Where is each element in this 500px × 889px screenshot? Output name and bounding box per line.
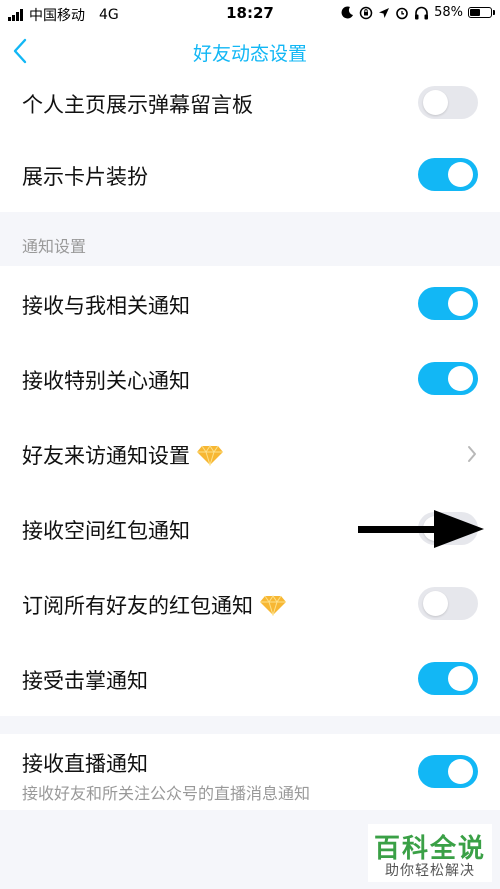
setting-row-visitor-notifications[interactable]: 好友来访通知设置 bbox=[0, 416, 500, 491]
card-decoration-toggle[interactable] bbox=[418, 158, 478, 191]
setting-row-related-notifications: 接收与我相关通知 bbox=[0, 266, 500, 341]
top-settings-group: 个人主页展示弹幕留言板 展示卡片装扮 bbox=[0, 66, 500, 212]
danmaku-board-toggle[interactable] bbox=[418, 86, 478, 119]
watermark-subtitle: 助你轻松解决 bbox=[385, 863, 475, 879]
section-header-notifications: 通知设置 bbox=[0, 213, 500, 265]
setting-label: 接受击掌通知 bbox=[22, 669, 148, 693]
setting-label: 接收特别关心通知 bbox=[22, 369, 190, 393]
setting-label: 好友来访通知设置 bbox=[22, 444, 190, 468]
diamond-icon bbox=[260, 595, 286, 616]
battery-percent: 58% bbox=[434, 5, 463, 20]
annotation-arrow-icon bbox=[358, 510, 484, 548]
chevron-right-icon[interactable] bbox=[466, 444, 478, 464]
diamond-icon bbox=[197, 445, 223, 466]
notification-settings-group: 接收与我相关通知 接收特别关心通知 好友来访通知设置 接收空间红包通知 订阅所有… bbox=[0, 266, 500, 716]
setting-label: 订阅所有好友的红包通知 bbox=[22, 594, 253, 618]
watermark-logo: 百科全说 助你轻松解决 bbox=[368, 824, 492, 882]
high-five-toggle[interactable] bbox=[418, 662, 478, 695]
setting-row-live-notifications: 接收直播通知 接收好友和所关注公众号的直播消息通知 bbox=[0, 734, 500, 810]
headphones-icon bbox=[415, 6, 429, 19]
setting-label: 接收与我相关通知 bbox=[22, 294, 190, 318]
toggle-knob bbox=[448, 291, 473, 316]
setting-label: 个人主页展示弹幕留言板 bbox=[22, 93, 253, 117]
battery-icon bbox=[468, 7, 495, 18]
status-bar: 中国移动 4G 18:27 58% bbox=[0, 0, 500, 28]
rotation-lock-icon bbox=[359, 6, 373, 19]
alarm-icon bbox=[396, 7, 408, 19]
setting-label-with-icon: 订阅所有好友的红包通知 bbox=[22, 590, 287, 620]
toggle-knob bbox=[448, 666, 473, 691]
toggle-knob bbox=[448, 162, 473, 187]
toggle-knob bbox=[423, 90, 448, 115]
special-care-toggle[interactable] bbox=[418, 362, 478, 395]
setting-label: 接收直播通知 bbox=[22, 752, 148, 776]
battery-fill bbox=[470, 9, 480, 16]
setting-label: 展示卡片装扮 bbox=[22, 165, 148, 189]
toggle-knob bbox=[423, 591, 448, 616]
related-notifications-toggle[interactable] bbox=[418, 287, 478, 320]
setting-row-special-care: 接收特别关心通知 bbox=[0, 341, 500, 416]
setting-row-subscribe-red-packet: 订阅所有好友的红包通知 bbox=[0, 566, 500, 641]
setting-row-card-decoration: 展示卡片装扮 bbox=[0, 137, 500, 212]
setting-label-with-icon: 好友来访通知设置 bbox=[22, 440, 224, 470]
setting-row-high-five: 接受击掌通知 bbox=[0, 641, 500, 716]
page-title: 好友动态设置 bbox=[192, 43, 307, 65]
toggle-knob bbox=[448, 759, 473, 784]
moon-icon bbox=[341, 6, 354, 19]
location-icon bbox=[379, 7, 390, 18]
live-settings-group: 接收直播通知 接收好友和所关注公众号的直播消息通知 bbox=[0, 734, 500, 810]
setting-description: 接收好友和所关注公众号的直播消息通知 bbox=[22, 784, 311, 803]
status-right: 58% bbox=[341, 5, 495, 20]
setting-row-danmaku-board: 个人主页展示弹幕留言板 bbox=[0, 66, 500, 137]
live-notifications-toggle[interactable] bbox=[418, 755, 478, 788]
section-label: 通知设置 bbox=[22, 237, 87, 256]
subscribe-red-packet-toggle[interactable] bbox=[418, 587, 478, 620]
setting-label: 接收空间红包通知 bbox=[22, 519, 190, 543]
toggle-knob bbox=[448, 366, 473, 391]
